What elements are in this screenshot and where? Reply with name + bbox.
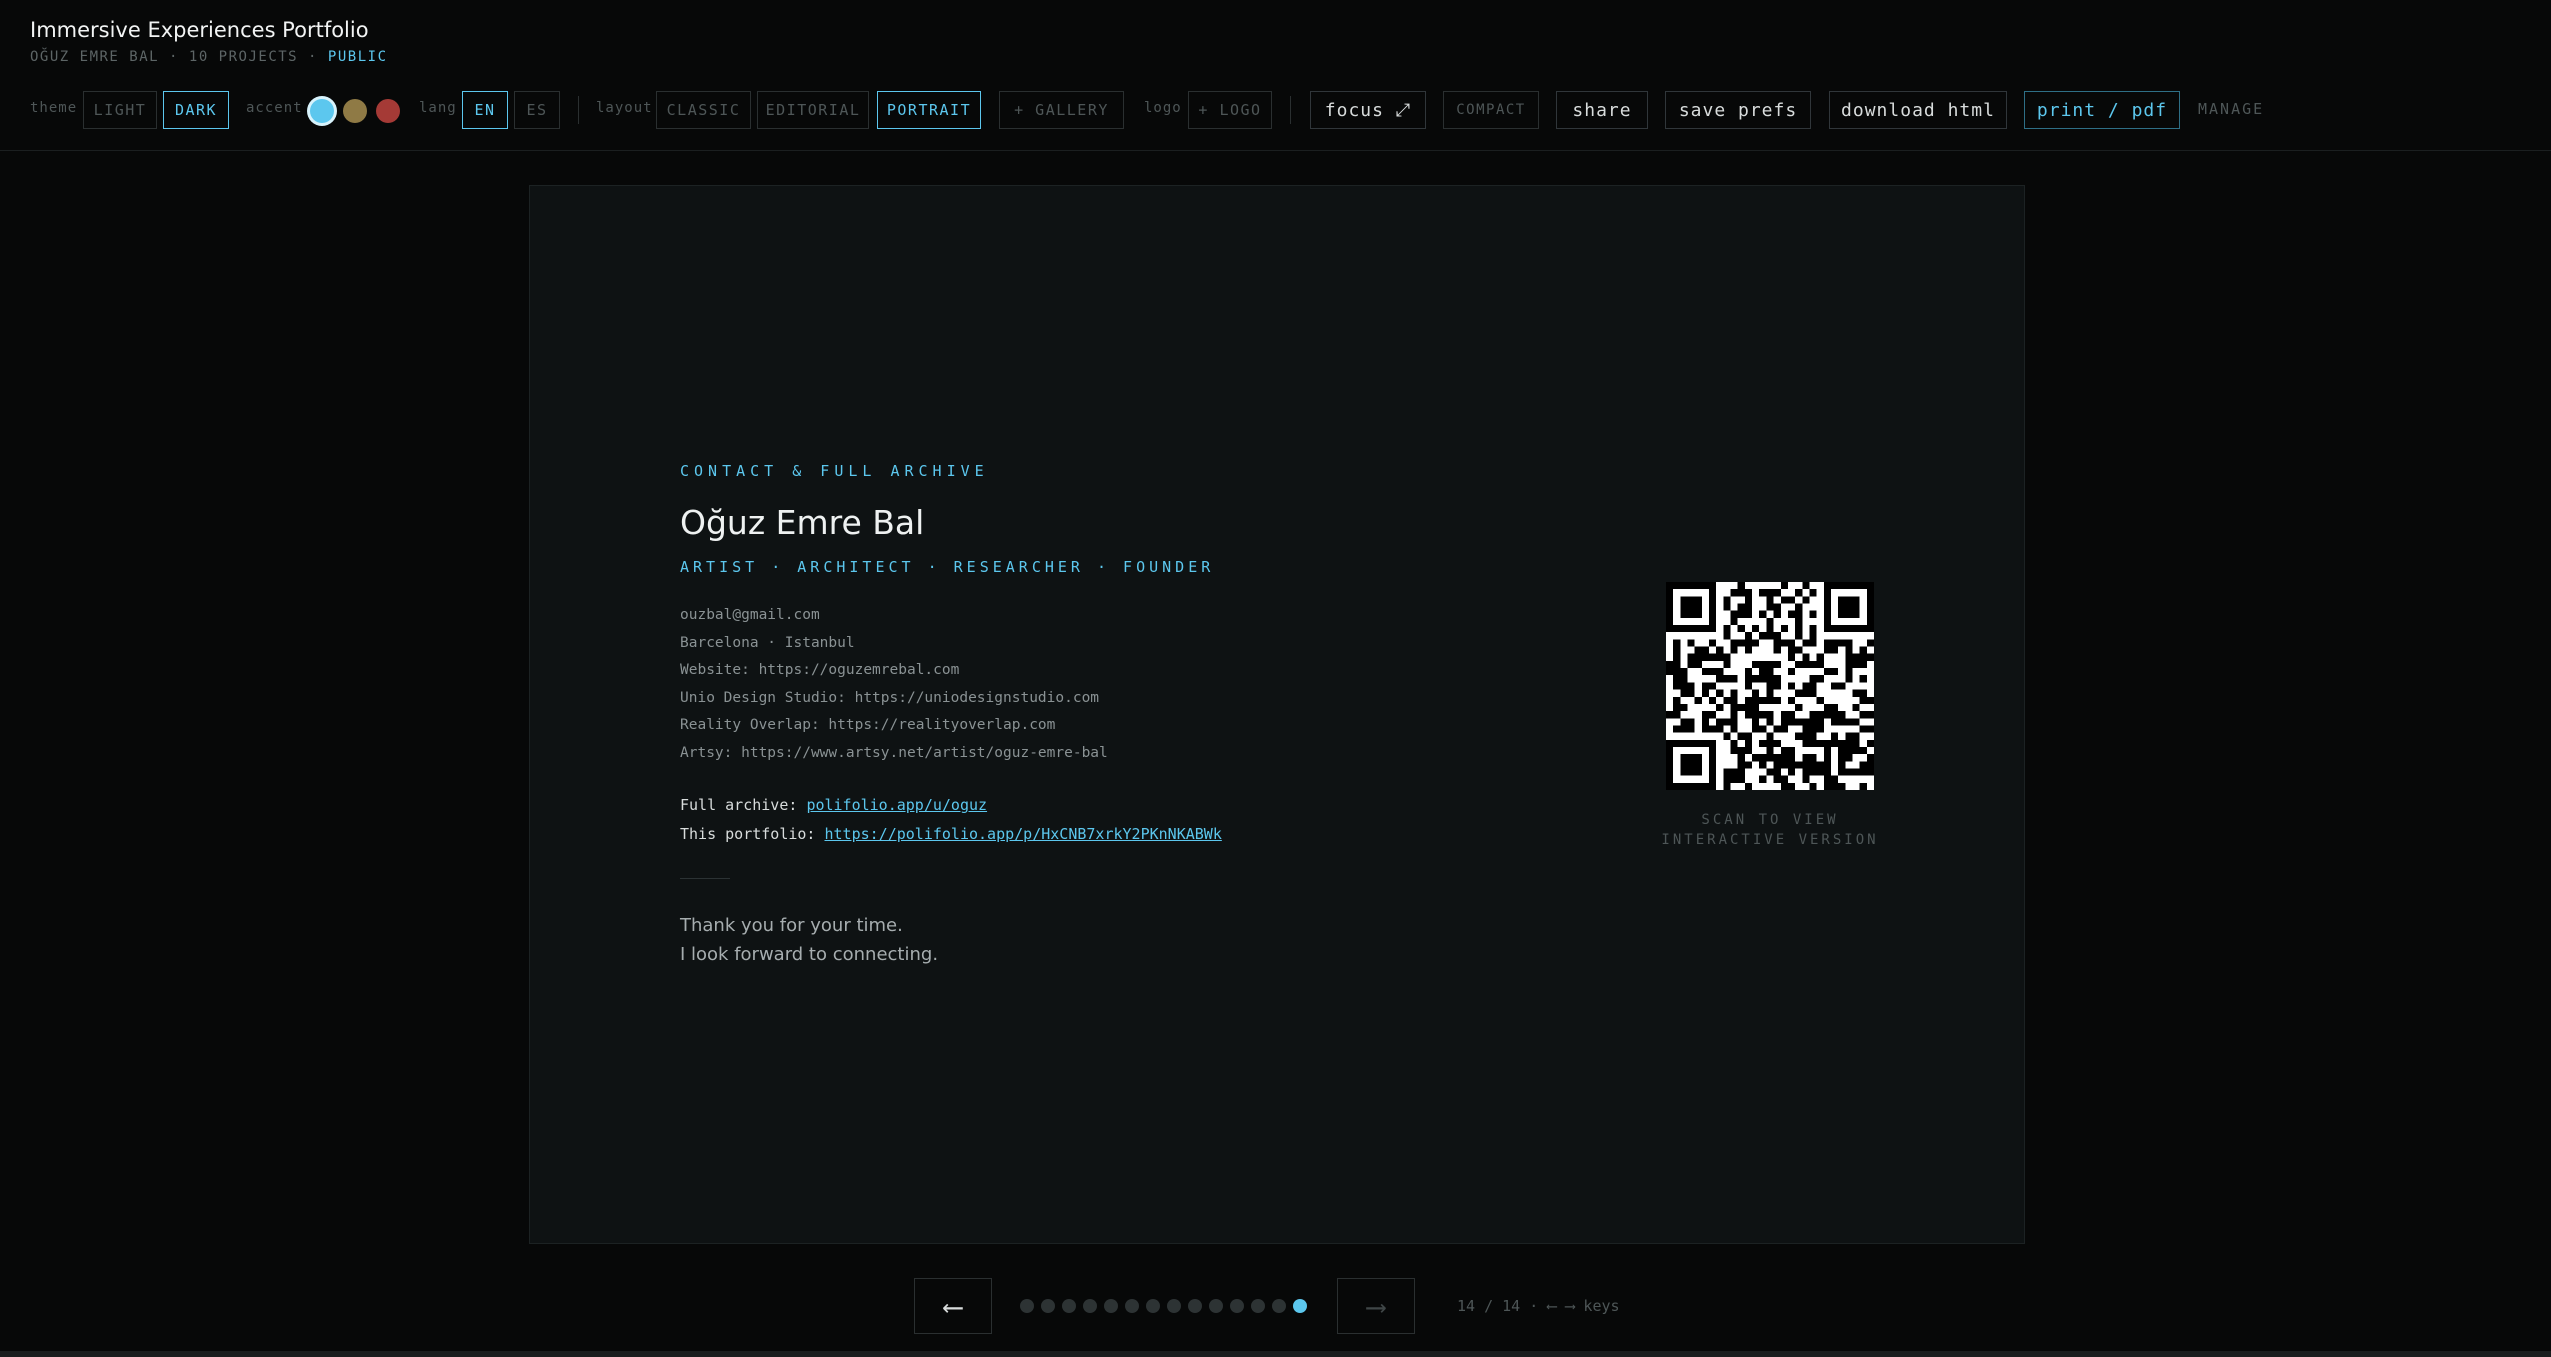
divider (680, 878, 730, 879)
artist-name: Oğuz Emre Bal (680, 503, 925, 542)
contact-artsy: Artsy: https://www.artsy.net/artist/oguz… (680, 744, 1108, 761)
qr-caption: SCAN TO VIEW INTERACTIVE VERSION (1630, 810, 1910, 850)
meta-separator: · (308, 49, 318, 65)
print-pdf-button[interactable]: print / pdf (2024, 91, 2180, 129)
accent-label: accent (246, 100, 303, 116)
bottom-scrollbar (0, 1351, 2551, 1357)
pagination-dot[interactable] (1104, 1299, 1118, 1313)
qr-caption-line-2: INTERACTIVE VERSION (1661, 832, 1879, 848)
qr-caption-line-1: SCAN TO VIEW (1701, 812, 1839, 828)
contact-email: ouzbal@gmail.com (680, 607, 820, 623)
section-eyebrow: CONTACT & FULL ARCHIVE (680, 462, 989, 480)
closing-line-2: I look forward to connecting. (680, 944, 939, 965)
lang-label: lang (419, 100, 457, 116)
next-slide-button[interactable]: ⟶ (1337, 1278, 1415, 1334)
page-title: Immersive Experiences Portfolio (30, 18, 369, 42)
layout-portrait-button[interactable]: PORTRAIT (877, 91, 981, 129)
contact-website: Website: https://oguzemrebal.com (680, 662, 960, 678)
layout-label: layout (596, 100, 653, 116)
contact-location: Barcelona · Istanbul (680, 634, 855, 651)
pagination-dot[interactable] (1062, 1299, 1076, 1313)
portfolio-label: This portfolio: (680, 825, 816, 843)
pagination-dot[interactable] (1230, 1299, 1244, 1313)
closing-line-1: Thank you for your time. (680, 915, 903, 936)
contact-list: ouzbal@gmail.com Barcelona · Istanbul We… (680, 602, 1108, 767)
pagination-dot[interactable] (1272, 1299, 1286, 1313)
slide-pagination (1020, 1299, 1307, 1313)
theme-dark-button[interactable]: DARK (163, 91, 229, 129)
share-button[interactable]: share (1556, 91, 1648, 129)
lang-es-button[interactable]: ES (514, 91, 560, 129)
focus-button[interactable]: focus ⤢ (1310, 91, 1426, 129)
accent-swatch-red[interactable] (376, 99, 400, 123)
add-logo-button[interactable]: + LOGO (1188, 91, 1272, 129)
lang-en-button[interactable]: EN (462, 91, 508, 129)
theme-label: theme (30, 100, 78, 116)
portfolio-row: This portfolio: https://polifolio.app/p/… (680, 825, 1222, 843)
archive-label: Full archive: (680, 796, 798, 814)
toolbar-divider (578, 96, 579, 124)
logo-label: logo (1144, 100, 1182, 116)
add-gallery-button[interactable]: + GALLERY (999, 91, 1124, 129)
page-indicator: 14 / 14 · ⟵ ⟶ keys (1457, 1297, 1620, 1315)
meta-separator: · (169, 49, 179, 65)
pagination-dot[interactable] (1146, 1299, 1160, 1313)
layout-classic-button[interactable]: CLASSIC (656, 91, 751, 129)
artist-roles: ARTIST · ARCHITECT · RESEARCHER · FOUNDE… (680, 558, 1215, 576)
visibility-badge: PUBLIC (327, 49, 388, 65)
top-toolbar: Immersive Experiences Portfolio OĞUZ EMR… (0, 0, 2551, 151)
pagination-dot[interactable] (1125, 1299, 1139, 1313)
layout-editorial-button[interactable]: EDITORIAL (757, 91, 869, 129)
pagination-dot[interactable] (1083, 1299, 1097, 1313)
contact-reality-overlap: Reality Overlap: https://realityoverlap.… (680, 717, 1056, 733)
project-count: 10 PROJECTS (188, 49, 299, 65)
pagination-dot[interactable] (1020, 1299, 1034, 1313)
theme-light-button[interactable]: LIGHT (83, 91, 157, 129)
pagination-dot[interactable] (1188, 1299, 1202, 1313)
save-prefs-button[interactable]: save prefs (1665, 91, 1811, 129)
contact-studio: Unio Design Studio: https://uniodesignst… (680, 689, 1100, 706)
archive-row: Full archive: polifolio.app/u/oguz (680, 796, 987, 814)
prev-slide-button[interactable]: ⟵ (914, 1278, 992, 1334)
pagination-dot[interactable] (1167, 1299, 1181, 1313)
pagination-dot[interactable] (1251, 1299, 1265, 1313)
manage-link[interactable]: MANAGE (2198, 100, 2264, 118)
toolbar-divider (1290, 96, 1291, 124)
pagination-dot[interactable] (1041, 1299, 1055, 1313)
archive-link[interactable]: polifolio.app/u/oguz (806, 796, 987, 814)
pagination-dot[interactable] (1209, 1299, 1223, 1313)
closing-message: Thank you for your time. I look forward … (680, 911, 938, 969)
portfolio-meta: OĞUZ EMRE BAL · 10 PROJECTS · PUBLIC (30, 49, 388, 65)
compact-button[interactable]: COMPACT (1443, 91, 1539, 129)
qr-code-icon (1666, 582, 1874, 790)
accent-swatch-blue[interactable] (310, 99, 334, 123)
download-html-button[interactable]: download html (1829, 91, 2007, 129)
pagination-dot[interactable] (1293, 1299, 1307, 1313)
owner-name: OĞUZ EMRE BAL (30, 49, 160, 65)
accent-swatch-gold[interactable] (343, 99, 367, 123)
portfolio-link[interactable]: https://polifolio.app/p/HxCNB7xrkY2PKnNK… (825, 825, 1222, 843)
